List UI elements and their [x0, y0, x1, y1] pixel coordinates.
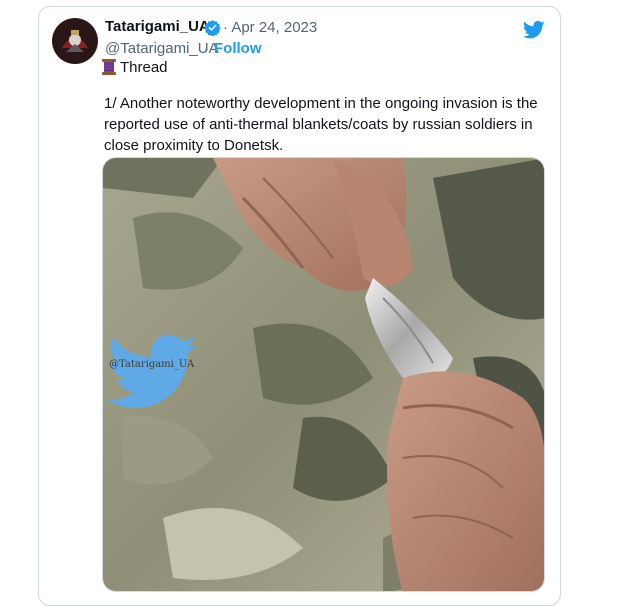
tweet-photo[interactable]: @Tatarigami_UA: [102, 157, 545, 592]
spool-of-thread-icon: [102, 59, 116, 75]
tweet-date[interactable]: · Apr 24, 2023: [223, 19, 317, 36]
avatar-image: [53, 19, 97, 63]
display-name[interactable]: Tatarigami_UA: [105, 18, 210, 35]
follow-button[interactable]: Follow: [214, 40, 262, 57]
verified-badge-icon: [204, 20, 221, 36]
tweet-text: 1/ Another noteworthy development in the…: [104, 95, 538, 154]
watermark-text: @Tatarigami_UA: [109, 359, 195, 370]
separator-dot: ·: [204, 40, 209, 57]
thread-label: Thread: [120, 59, 168, 76]
watermark-twitter-bird-icon: [107, 334, 198, 408]
avatar[interactable]: [52, 18, 98, 64]
user-handle[interactable]: @Tatarigami_UA: [105, 40, 219, 57]
twitter-bird-icon[interactable]: [523, 20, 545, 40]
